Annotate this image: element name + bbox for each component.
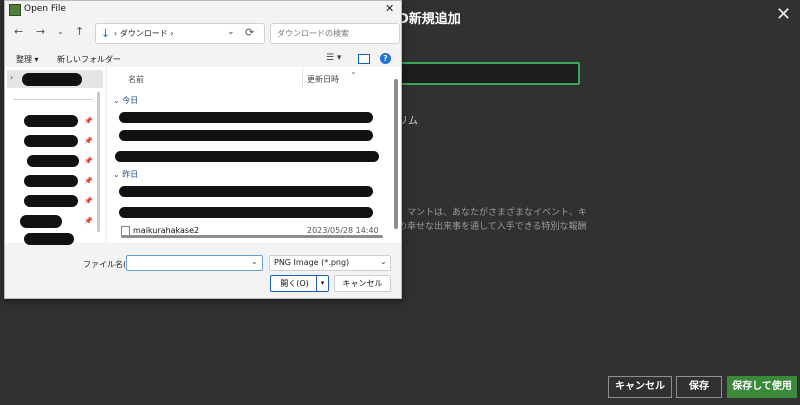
- group-header-yesterday[interactable]: ⌄ 昨日: [113, 169, 138, 180]
- chevron-down-icon[interactable]: ⌄: [57, 27, 64, 36]
- navpane-scrollbar[interactable]: [97, 92, 100, 232]
- filelist-scrollbar[interactable]: [394, 79, 398, 229]
- file-name: maikurahakase2: [133, 226, 200, 235]
- redacted-file-row[interactable]: [115, 151, 379, 162]
- search-placeholder: ダウンロードの検索: [277, 29, 349, 38]
- app-icon: [9, 4, 21, 16]
- open-button[interactable]: 開く(O): [270, 275, 319, 292]
- preview-pane-icon[interactable]: [358, 54, 370, 64]
- download-icon: ↓: [101, 27, 111, 40]
- description-text: 、マントは、あなたがさまざまなイベント、キ の幸せな出来事を通して入手できる特別…: [398, 208, 587, 232]
- help-icon[interactable]: ?: [380, 53, 391, 64]
- open-file-dialog: Open File ✕ ← → ⌄ ↑ ↓ › ダウンロード › ⌄ ⟳ ダウン…: [4, 0, 402, 299]
- redacted-nav-item[interactable]: [24, 175, 78, 187]
- search-input[interactable]: ダウンロードの検索: [270, 23, 400, 44]
- filetype-chevron-icon: ⌄: [380, 257, 387, 266]
- new-folder-button[interactable]: 新しいフォルダー: [57, 54, 121, 65]
- file-date: 2023/05/28 14:40: [307, 226, 379, 235]
- pin-icon: 📌: [84, 197, 93, 205]
- dialog-titlebar: Open File ✕: [5, 1, 401, 17]
- close-icon[interactable]: ✕: [776, 6, 791, 24]
- pin-icon: 📌: [84, 117, 93, 125]
- pin-icon: 📌: [84, 137, 93, 145]
- open-dropdown-icon[interactable]: ▾: [316, 275, 329, 292]
- divider: [13, 99, 93, 100]
- file-list: ⌄ 名前 更新日時 ⌄ 今日 ⌄ 昨日 maikurahakase2 2023/…: [107, 67, 401, 243]
- page-title: D新規追加: [398, 12, 461, 27]
- navigation-pane: › 📌 📌 📌 📌 📌 📌: [5, 67, 105, 245]
- expand-chevron-icon[interactable]: ›: [10, 73, 13, 82]
- filetype-select[interactable]: PNG Image (*.png) ⌄: [269, 255, 391, 271]
- redacted-nav-item[interactable]: [27, 155, 79, 167]
- up-arrow-icon[interactable]: ↑: [75, 25, 84, 38]
- dialog-title: Open File: [24, 4, 66, 14]
- column-header-date[interactable]: 更新日時: [307, 74, 339, 85]
- redacted-nav-item[interactable]: [22, 73, 82, 86]
- redacted-nav-item[interactable]: [20, 215, 62, 228]
- redacted-nav-item[interactable]: [24, 135, 78, 147]
- filename-dropdown-icon[interactable]: ⌄: [251, 257, 258, 266]
- name-input[interactable]: [396, 62, 580, 85]
- address-bar[interactable]: ↓ › ダウンロード › ⌄: [95, 23, 265, 44]
- organize-button[interactable]: 整理 ▾: [16, 54, 39, 65]
- filename-input[interactable]: ⌄: [126, 255, 263, 271]
- horizontal-scrollbar[interactable]: [121, 235, 383, 238]
- address-dropdown-icon[interactable]: ⌄: [227, 27, 235, 37]
- dialog-toolbar: 整理 ▾ 新しいフォルダー ☰ ▾ ?: [5, 51, 401, 67]
- pin-icon: 📌: [84, 177, 93, 185]
- dialog-cancel-button[interactable]: キャンセル: [334, 275, 391, 292]
- save-and-use-button[interactable]: 保存して使用: [727, 376, 797, 398]
- redacted-nav-item[interactable]: [24, 233, 74, 245]
- filetype-value: PNG Image (*.png): [274, 258, 350, 267]
- breadcrumb-downloads: ダウンロード: [119, 29, 168, 38]
- redacted-nav-item[interactable]: [24, 195, 78, 207]
- forward-arrow-icon[interactable]: →: [36, 25, 45, 38]
- view-options-icon[interactable]: ☰ ▾: [326, 53, 341, 63]
- breadcrumb-chevron-icon: ›: [170, 29, 174, 38]
- breadcrumb-chevron-icon: ›: [114, 29, 118, 38]
- save-button[interactable]: 保存: [676, 376, 722, 398]
- pin-icon: 📌: [84, 157, 93, 165]
- column-header-name[interactable]: 名前: [128, 74, 144, 85]
- redacted-file-row[interactable]: [119, 130, 373, 141]
- cancel-button[interactable]: キャンセル: [608, 376, 672, 398]
- redacted-file-row[interactable]: [119, 186, 373, 197]
- pin-icon: 📌: [84, 217, 93, 225]
- column-divider[interactable]: [302, 69, 303, 87]
- redacted-nav-item[interactable]: [24, 115, 78, 127]
- dialog-close-icon[interactable]: ✕: [385, 2, 394, 15]
- back-arrow-icon[interactable]: ←: [14, 25, 23, 38]
- refresh-icon[interactable]: ⟳: [245, 26, 254, 39]
- redacted-file-row[interactable]: [119, 112, 373, 123]
- sort-chevron-icon: ⌄: [350, 67, 357, 76]
- redacted-file-row[interactable]: [119, 207, 373, 218]
- group-header-today[interactable]: ⌄ 今日: [113, 95, 138, 106]
